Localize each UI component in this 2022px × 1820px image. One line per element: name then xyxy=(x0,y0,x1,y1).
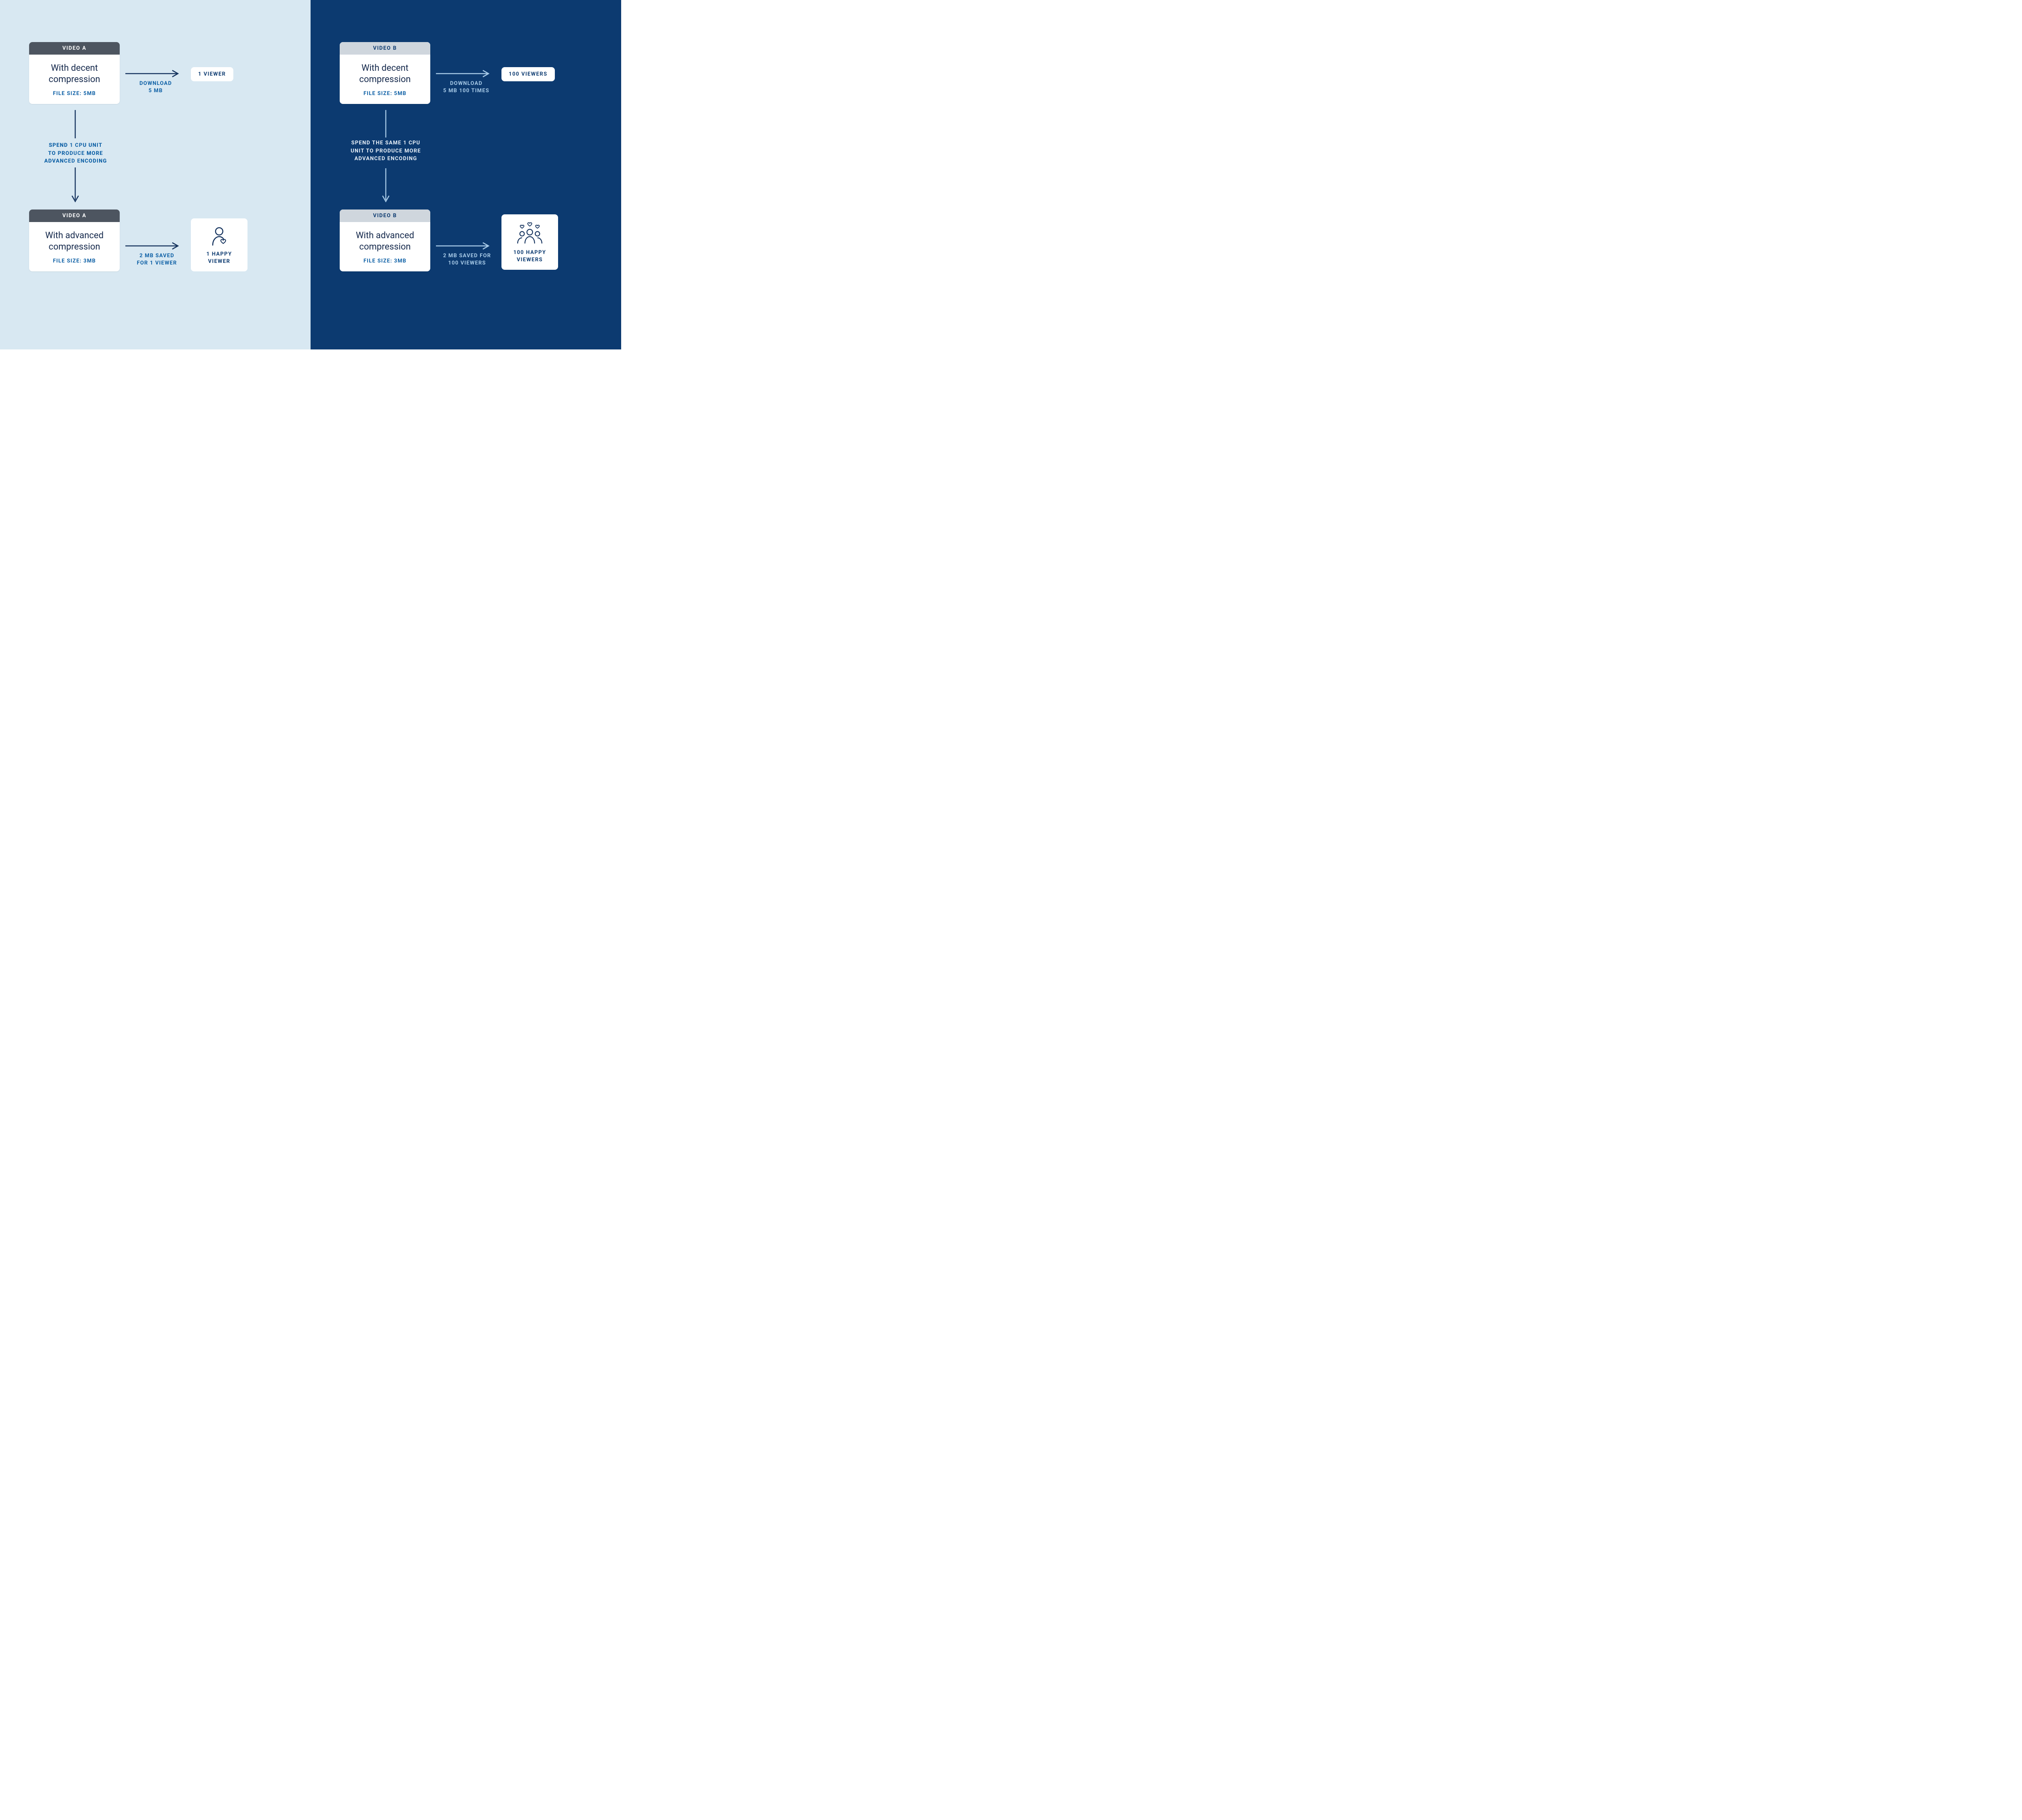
download-label: DOWNLOAD5 MB 100 TIMES xyxy=(436,80,497,95)
right-panel: VIDEO B With decent compression FILE SIZ… xyxy=(311,0,621,349)
card-filesize: FILE SIZE: 3MB xyxy=(38,258,111,264)
left-panel: VIDEO A With decent compression FILE SIZ… xyxy=(0,0,311,349)
card-title: With decent compression xyxy=(349,63,421,85)
card-title: With advanced compression xyxy=(349,230,421,252)
card-header: VIDEO B xyxy=(340,210,430,222)
saved-label: 2 MB SAVED FOR100 VIEWERS xyxy=(437,252,497,267)
saved-label: 2 MB SAVEDFOR 1 VIEWER xyxy=(129,252,185,267)
happy-viewers-label: 100 HAPPYVIEWERS xyxy=(513,250,546,263)
happy-viewer-label: 1 HAPPYVIEWER xyxy=(206,251,232,265)
viewer-pill: 1 VIEWER xyxy=(191,67,233,81)
video-b-advanced-card: VIDEO B With advanced compression FILE S… xyxy=(340,210,430,271)
card-title: With advanced compression xyxy=(38,230,111,252)
cpu-label: SPEND THE SAME 1 CPUUNIT TO PRODUCE MORE… xyxy=(345,139,426,163)
happy-viewer-card: 1 HAPPYVIEWER xyxy=(191,218,247,271)
people-hearts-icon xyxy=(516,222,544,245)
video-a-advanced-card: VIDEO A With advanced compression FILE S… xyxy=(29,210,120,271)
card-filesize: FILE SIZE: 3MB xyxy=(349,258,421,264)
happy-viewers-card: 100 HAPPYVIEWERS xyxy=(501,214,558,270)
viewer-pill: 100 VIEWERS xyxy=(501,67,555,81)
arrow-right-icon xyxy=(436,70,493,78)
cpu-label-overlay: SPEND 1 CPU UNITTO PRODUCE MOREADVANCED … xyxy=(41,142,110,165)
card-header: VIDEO B xyxy=(340,42,430,55)
card-title: With decent compression xyxy=(38,63,111,85)
card-filesize: FILE SIZE: 5MB xyxy=(38,91,111,97)
download-label: DOWNLOAD5 MB xyxy=(133,80,178,95)
card-header: VIDEO A xyxy=(29,42,120,55)
arrow-right-icon xyxy=(436,242,493,250)
video-b-decent-card: VIDEO B With decent compression FILE SIZ… xyxy=(340,42,430,104)
arrow-right-icon xyxy=(125,70,182,78)
person-heart-icon xyxy=(209,226,230,247)
video-a-decent-card: VIDEO A With decent compression FILE SIZ… xyxy=(29,42,120,104)
card-header: VIDEO A xyxy=(29,210,120,222)
card-filesize: FILE SIZE: 5MB xyxy=(349,91,421,97)
arrow-right-icon xyxy=(125,242,182,250)
